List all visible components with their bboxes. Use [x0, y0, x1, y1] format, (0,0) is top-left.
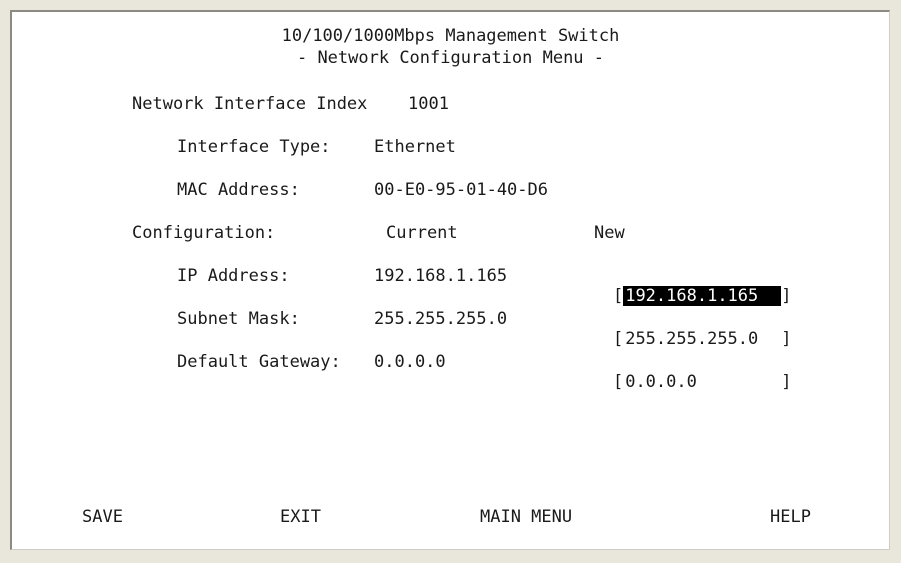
screen-title: 10/100/1000Mbps Management Switch: [281, 26, 620, 46]
exit-command[interactable]: EXIT: [280, 507, 321, 527]
ip-address-current: 192.168.1.165: [374, 266, 508, 286]
default-gateway-label: Default Gateway:: [177, 352, 341, 372]
field-close-bracket: ]: [781, 286, 792, 306]
field-open-bracket: [: [612, 372, 624, 392]
field-open-bracket: [: [612, 286, 624, 306]
ip-address-label: IP Address:: [177, 266, 290, 286]
save-command[interactable]: SAVE: [82, 507, 123, 527]
mac-address-label: MAC Address:: [177, 180, 300, 200]
interface-type-value: Ethernet: [374, 137, 456, 157]
subnet-mask-label: Subnet Mask:: [177, 309, 300, 329]
configuration-label: Configuration:: [132, 223, 276, 243]
subnet-mask-new-input[interactable]: 255.255.255.0: [623, 329, 781, 349]
default-gateway-new-field[interactable]: [0.0.0.0]: [572, 352, 792, 412]
ip-address-new-input[interactable]: 192.168.1.165: [623, 286, 782, 306]
new-column-header: New: [594, 223, 625, 243]
field-open-bracket: [: [612, 329, 624, 349]
current-column-header: Current: [386, 223, 458, 243]
terminal-screen: 10/100/1000Mbps Management Switch - Netw…: [10, 10, 890, 550]
default-gateway-new-input[interactable]: 0.0.0.0: [623, 372, 781, 392]
field-close-bracket: ]: [781, 372, 792, 392]
help-command[interactable]: HELP: [770, 507, 811, 527]
mac-address-value: 00-E0-95-01-40-D6: [374, 180, 548, 200]
interface-index-value: 1001: [408, 94, 449, 114]
default-gateway-current: 0.0.0.0: [374, 352, 446, 372]
main-menu-command[interactable]: MAIN MENU: [480, 507, 572, 527]
interface-type-label: Interface Type:: [177, 137, 331, 157]
field-close-bracket: ]: [781, 329, 792, 349]
interface-index-label: Network Interface Index: [132, 94, 368, 114]
screen-subtitle: - Network Configuration Menu -: [296, 48, 605, 68]
subnet-mask-current: 255.255.255.0: [374, 309, 508, 329]
